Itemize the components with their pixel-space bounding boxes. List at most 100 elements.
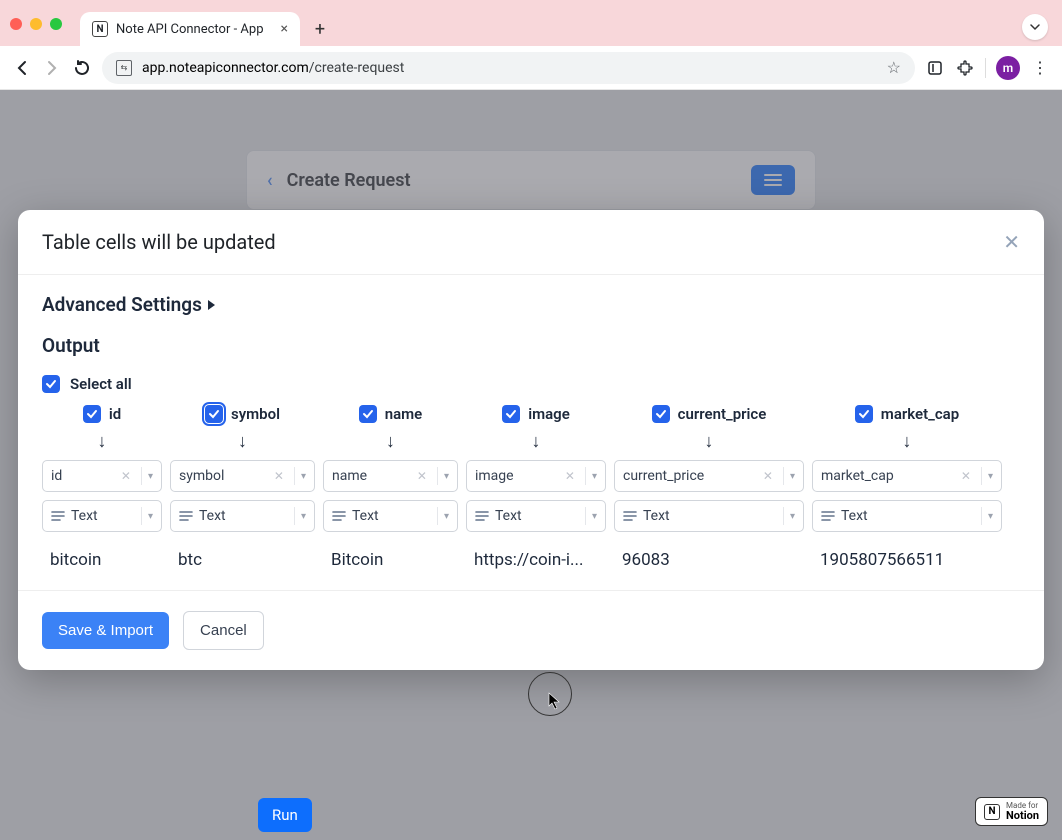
browser-menu-button[interactable]: ⋮ — [1030, 58, 1050, 78]
modal-body: Advanced Settings Output Select all id↓i… — [18, 275, 1044, 590]
select-all-checkbox[interactable] — [42, 375, 60, 393]
chevron-down-icon[interactable]: ▾ — [988, 471, 993, 482]
advanced-settings-toggle[interactable]: Advanced Settings — [42, 293, 1020, 316]
site-info-icon[interactable]: ⇆ — [116, 60, 132, 76]
chevron-down-icon[interactable]: ▾ — [444, 511, 449, 522]
browser-tab[interactable]: N Note API Connector - App × — [80, 12, 300, 46]
field-name-value: name — [332, 468, 413, 484]
field-type-value: Text — [352, 508, 431, 524]
field-name-value: current_price — [623, 468, 759, 484]
field-type-select[interactable]: Text ▾ — [466, 500, 606, 532]
field-type-value: Text — [841, 508, 975, 524]
field-type-value: Text — [495, 508, 579, 524]
field-type-value: Text — [199, 508, 288, 524]
save-import-button[interactable]: Save & Import — [42, 612, 169, 649]
field-type-select[interactable]: Text ▾ — [170, 500, 315, 532]
sample-cell: bitcoin — [42, 544, 162, 580]
column-header: name — [359, 405, 423, 423]
tabs-overflow-button[interactable] — [1022, 14, 1048, 40]
chevron-down-icon[interactable]: ▾ — [148, 471, 153, 482]
url-text: app.noteapiconnector.com/create-request — [142, 60, 404, 76]
field-name-select[interactable]: symbol✕▾ — [170, 460, 315, 492]
column-checkbox[interactable] — [359, 405, 377, 423]
field-type-select[interactable]: Text ▾ — [812, 500, 1002, 532]
arrow-down-icon: ↓ — [903, 431, 912, 452]
column-checkbox[interactable] — [652, 405, 670, 423]
cancel-button[interactable]: Cancel — [183, 611, 264, 650]
run-button[interactable]: Run — [258, 798, 312, 832]
column-id: id↓id✕▾Text▾ — [42, 405, 162, 532]
field-name-select[interactable]: name ✕ ▾ — [323, 460, 458, 492]
chevron-down-icon[interactable]: ▾ — [790, 471, 795, 482]
column-checkbox[interactable] — [205, 405, 223, 423]
clear-icon[interactable]: ✕ — [121, 469, 131, 483]
chevron-down-icon[interactable]: ▾ — [592, 511, 597, 522]
chevron-down-icon[interactable]: ▾ — [301, 471, 306, 482]
field-type-select[interactable]: Text ▾ — [323, 500, 458, 532]
column-checkbox[interactable] — [502, 405, 520, 423]
sample-cell: Bitcoin — [323, 544, 458, 580]
text-type-icon — [51, 510, 65, 522]
nav-forward-button[interactable] — [42, 58, 62, 78]
reader-icon[interactable] — [925, 58, 945, 78]
arrow-down-icon: ↓ — [98, 431, 107, 452]
clear-icon[interactable]: ✕ — [961, 469, 971, 483]
text-type-icon — [623, 510, 637, 522]
chevron-down-icon[interactable]: ▾ — [148, 511, 153, 522]
arrow-down-icon: ↓ — [532, 431, 541, 452]
field-name-select[interactable]: image✕▾ — [466, 460, 606, 492]
column-header: symbol — [205, 405, 280, 423]
sample-cell: https://coin-i... — [466, 544, 606, 580]
field-type-select[interactable]: Text▾ — [614, 500, 804, 532]
column-checkbox[interactable] — [855, 405, 873, 423]
modal-title: Table cells will be updated — [42, 230, 276, 254]
clear-icon[interactable]: ✕ — [417, 469, 427, 483]
column-header: market_cap — [855, 405, 959, 423]
arrow-down-icon: ↓ — [705, 431, 714, 452]
field-name-select[interactable]: market_cap✕▾ — [812, 460, 1002, 492]
column-image: image↓image✕▾Text▾ — [466, 405, 606, 532]
chevron-down-icon[interactable]: ▾ — [444, 471, 449, 482]
new-tab-button[interactable]: + — [306, 15, 334, 43]
chevron-down-icon — [1029, 21, 1041, 33]
address-bar[interactable]: ⇆ app.noteapiconnector.com/create-reques… — [102, 52, 915, 84]
select-all-row[interactable]: Select all — [42, 375, 1020, 393]
clear-icon[interactable]: ✕ — [565, 469, 575, 483]
tab-close-icon[interactable]: × — [281, 21, 288, 37]
chevron-down-icon[interactable]: ▾ — [301, 511, 306, 522]
clear-icon[interactable]: ✕ — [274, 469, 284, 483]
profile-avatar[interactable]: m — [996, 56, 1020, 80]
field-name-value: id — [51, 468, 117, 484]
window-zoom-icon[interactable] — [50, 18, 62, 30]
clear-icon[interactable]: ✕ — [763, 469, 773, 483]
tab-title: Note API Connector - App — [116, 22, 273, 37]
modal-close-button[interactable]: ✕ — [1003, 230, 1020, 254]
window-controls — [10, 18, 62, 30]
column-header: id — [83, 405, 121, 423]
chevron-down-icon[interactable]: ▾ — [988, 511, 993, 522]
select-all-label: Select all — [70, 375, 132, 393]
field-name-select[interactable]: id ✕ ▾ — [42, 460, 162, 492]
window-close-icon[interactable] — [10, 18, 22, 30]
bookmark-star-icon[interactable]: ☆ — [887, 58, 901, 77]
text-type-icon — [332, 510, 346, 522]
column-header-label: id — [109, 405, 121, 423]
chevron-down-icon[interactable]: ▾ — [592, 471, 597, 482]
extensions-icon[interactable] — [955, 58, 975, 78]
sample-cell: btc — [170, 544, 315, 580]
chevron-down-icon[interactable]: ▾ — [790, 511, 795, 522]
column-current_price: current_price ↓ current_price ✕ ▾ Text▾ — [614, 405, 804, 532]
column-checkbox[interactable] — [83, 405, 101, 423]
reload-button[interactable] — [72, 58, 92, 78]
field-name-select[interactable]: current_price ✕ ▾ — [614, 460, 804, 492]
column-header-label: market_cap — [881, 405, 959, 423]
made-for-notion-badge[interactable]: N Made for Notion — [975, 797, 1048, 826]
column-name: name↓name✕▾Text▾ — [323, 405, 458, 532]
field-type-select[interactable]: Text▾ — [42, 500, 162, 532]
nav-back-button[interactable] — [12, 58, 32, 78]
window-minimize-icon[interactable] — [30, 18, 42, 30]
column-header-label: image — [528, 405, 570, 423]
column-header-label: name — [385, 405, 423, 423]
browser-tabstrip: N Note API Connector - App × + — [0, 0, 1062, 46]
text-type-icon — [475, 510, 489, 522]
